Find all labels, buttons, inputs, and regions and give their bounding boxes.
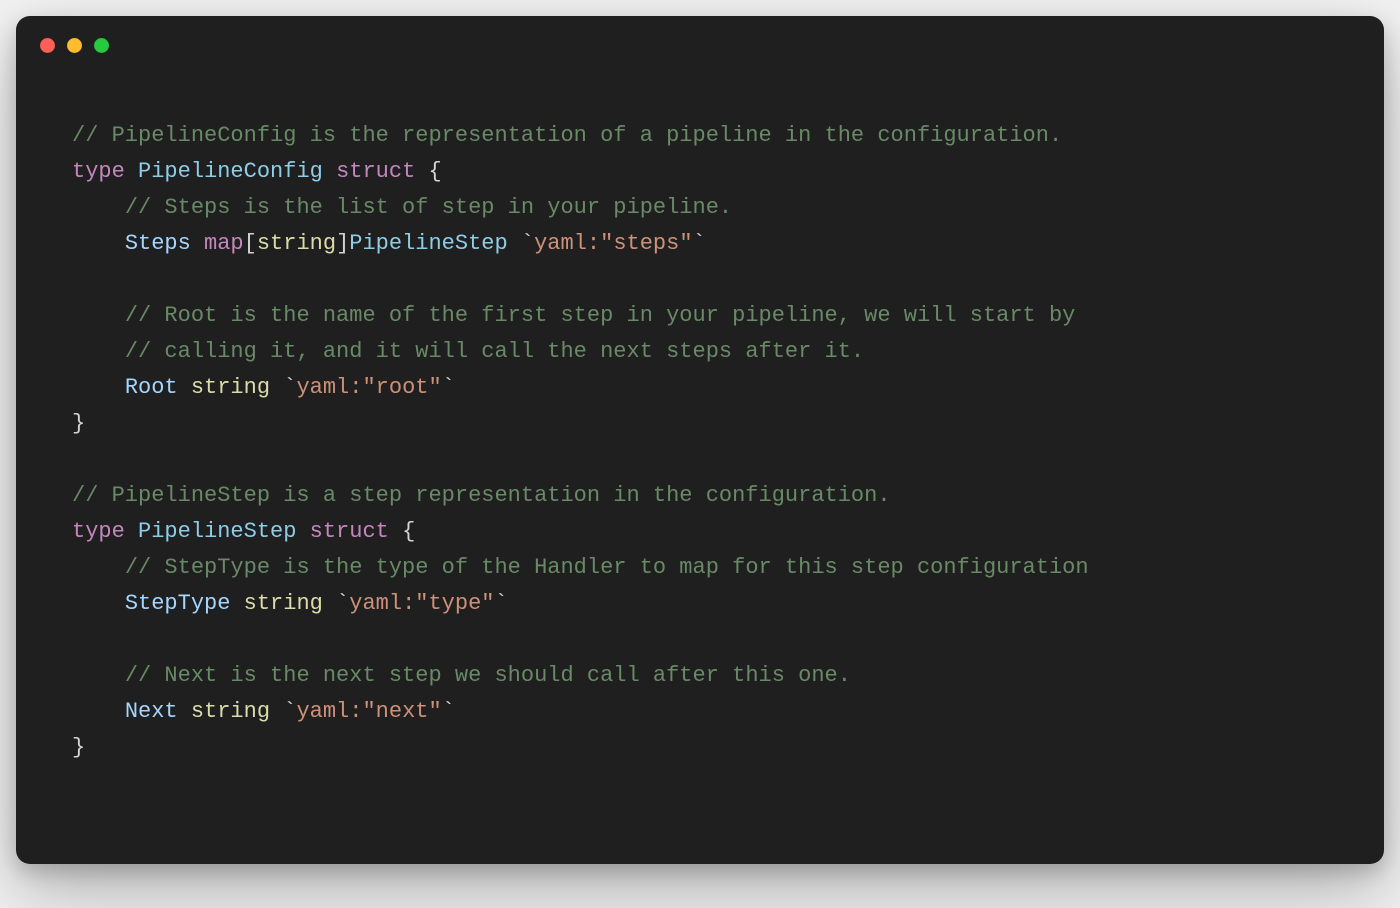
code-token-string: yaml:"next" [296, 699, 441, 724]
code-token-plain: } [72, 411, 85, 436]
code-token-field: Steps [125, 231, 204, 256]
code-token-keyword: type [72, 519, 138, 544]
code-token-plain: { [415, 159, 441, 184]
code-line: type PipelineConfig struct { [72, 159, 442, 184]
code-token-type: PipelineStep [138, 519, 296, 544]
code-token-keyword: map [204, 231, 244, 256]
code-token-field: Root [125, 375, 191, 400]
indent [72, 231, 125, 256]
code-line: } [72, 411, 85, 436]
code-token-string: yaml:"steps" [534, 231, 692, 256]
indent [72, 591, 125, 616]
code-line: // Steps is the list of step in your pip… [72, 195, 732, 220]
code-token-string: yaml:"root" [296, 375, 441, 400]
code-token-field: Next [125, 699, 191, 724]
code-token-builtin: string [244, 591, 323, 616]
code-line: // calling it, and it will call the next… [72, 339, 864, 364]
code-token-plain: ` [442, 375, 455, 400]
code-token-plain: ` [323, 591, 349, 616]
code-token-type: PipelineConfig [138, 159, 323, 184]
code-token-field: StepType [125, 591, 244, 616]
code-token-struct: struct [336, 159, 415, 184]
code-token-builtin: string [257, 231, 336, 256]
code-line: Root string `yaml:"root"` [72, 375, 455, 400]
code-line: StepType string `yaml:"type"` [72, 591, 508, 616]
code-token-type: PipelineStep [349, 231, 507, 256]
code-token-plain: { [389, 519, 415, 544]
code-block: // PipelineConfig is the representation … [72, 118, 1328, 766]
code-token-plain: ] [336, 231, 349, 256]
code-token-plain: } [72, 735, 85, 760]
maximize-icon[interactable] [94, 38, 109, 53]
code-line: type PipelineStep struct { [72, 519, 415, 544]
code-token-plain: ` [270, 375, 296, 400]
code-token-comment: // Root is the name of the first step in… [125, 303, 1076, 328]
code-token-string: yaml:"type" [349, 591, 494, 616]
indent [72, 303, 125, 328]
code-line: // Next is the next step we should call … [72, 663, 851, 688]
code-line: } [72, 735, 85, 760]
code-token-plain: ` [693, 231, 706, 256]
code-token-builtin: string [191, 375, 270, 400]
code-token-comment: // PipelineConfig is the representation … [72, 123, 1062, 148]
minimize-icon[interactable] [67, 38, 82, 53]
code-token-comment: // Next is the next step we should call … [125, 663, 851, 688]
code-token-builtin: string [191, 699, 270, 724]
indent [72, 195, 125, 220]
indent [72, 699, 125, 724]
code-token-plain [323, 159, 336, 184]
code-token-comment: // calling it, and it will call the next… [125, 339, 864, 364]
code-token-plain: ` [270, 699, 296, 724]
code-line: Steps map[string]PipelineStep `yaml:"ste… [72, 231, 706, 256]
indent [72, 663, 125, 688]
indent [72, 375, 125, 400]
code-token-comment: // PipelineStep is a step representation… [72, 483, 891, 508]
code-token-plain: ` [495, 591, 508, 616]
code-token-comment: // StepType is the type of the Handler t… [125, 555, 1089, 580]
close-icon[interactable] [40, 38, 55, 53]
code-token-keyword: type [72, 159, 138, 184]
code-window: // PipelineConfig is the representation … [16, 16, 1384, 864]
code-token-plain [296, 519, 309, 544]
code-token-plain: ` [508, 231, 534, 256]
code-token-plain: [ [244, 231, 257, 256]
code-line: // StepType is the type of the Handler t… [72, 555, 1089, 580]
code-token-plain: ` [442, 699, 455, 724]
code-line: // PipelineConfig is the representation … [72, 123, 1062, 148]
window-controls [40, 38, 109, 53]
indent [72, 555, 125, 580]
code-token-comment: // Steps is the list of step in your pip… [125, 195, 732, 220]
code-line: Next string `yaml:"next"` [72, 699, 455, 724]
code-line: // Root is the name of the first step in… [72, 303, 1075, 328]
indent [72, 339, 125, 364]
code-line: // PipelineStep is a step representation… [72, 483, 891, 508]
code-token-struct: struct [310, 519, 389, 544]
